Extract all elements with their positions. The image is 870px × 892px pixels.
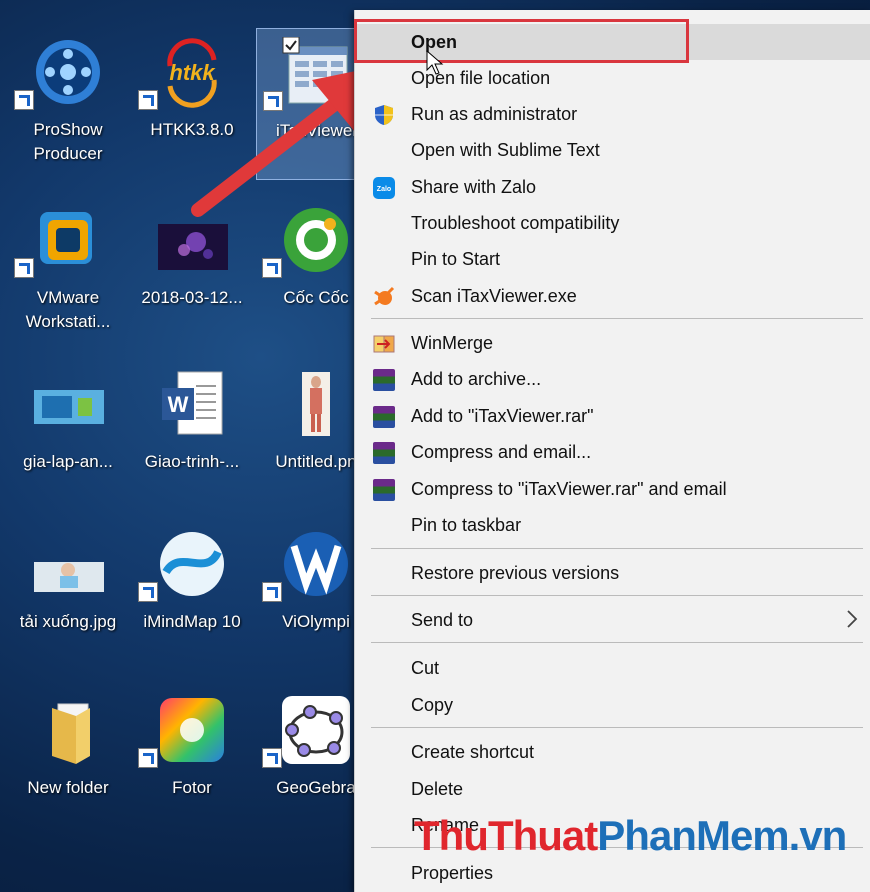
shortcut-arrow-icon [14,90,34,110]
desktop-icon-new-folder[interactable]: New folder [8,686,128,836]
shortcut-arrow-icon [262,748,282,768]
menu-item-add-to-archive[interactable]: Add to archive... [355,361,870,397]
menu-item-pin-to-taskbar[interactable]: Pin to taskbar [355,507,870,543]
shortcut-arrow-icon [14,258,34,278]
word-document-icon: W [156,368,228,440]
chevron-right-icon [845,608,859,635]
desktop-icon-word-doc[interactable]: W Giao-trinh-... [132,360,252,510]
winrar-icon [373,406,395,428]
zalo-icon: Zalo [373,177,395,199]
icon-label: gia-lap-an... [23,452,113,471]
menu-item-label: Pin to taskbar [411,515,522,535]
menu-item-copy[interactable]: Copy [355,687,870,723]
image-thumbnail-icon [280,368,352,440]
icon-label: Fotor [172,778,212,797]
winrar-icon [373,442,395,464]
menu-item-send-to[interactable]: Send to [355,602,870,638]
icon-label: ProShow Producer [33,120,103,163]
svg-text:W: W [168,392,189,417]
shortcut-arrow-icon [262,258,282,278]
menu-item-winmerge[interactable]: WinMerge [355,325,870,361]
menu-item-label: Properties [411,863,494,883]
icon-label: Giao-trinh-... [144,452,240,471]
shortcut-arrow-icon [262,582,282,602]
menu-item-troubleshoot[interactable]: Troubleshoot compatibility [355,205,870,241]
menu-item-label: Add to "iTaxViewer.rar" [411,406,594,426]
menu-item-label: Troubleshoot compatibility [411,213,620,233]
icon-label: VMware Workstati... [25,288,111,331]
shortcut-arrow-icon [138,90,158,110]
geogebra-icon [280,694,352,766]
watermark-part2: PhanMem [597,812,789,859]
menu-item-label: Cut [411,658,440,678]
menu-item-cut[interactable]: Cut [355,650,870,686]
vmware-icon [32,204,104,276]
desktop-icon-imindmap[interactable]: iMindMap 10 [132,520,252,670]
icon-label: iMindMap 10 [143,612,241,631]
menu-item-open-with-sublime[interactable]: Open with Sublime Text [355,132,870,168]
watermark-part1: ThuThuat [414,812,598,859]
watermark: ThuThuatPhanMem.vn [414,812,848,860]
uac-shield-icon [373,104,395,126]
winmerge-icon [373,333,395,355]
menu-item-create-shortcut[interactable]: Create shortcut [355,734,870,770]
menu-item-compress-to-rar-email[interactable]: Compress to "iTaxViewer.rar" and email [355,471,870,507]
menu-item-label: Copy [411,695,454,715]
menu-item-compress-and-email[interactable]: Compress and email... [355,434,870,470]
menu-item-label: Add to archive... [411,369,542,389]
desktop-icon-fotor[interactable]: Fotor [132,686,252,836]
context-menu: Open Open file location Run as administr… [354,10,870,892]
menu-item-pin-to-start[interactable]: Pin to Start [355,241,870,277]
menu-item-scan[interactable]: Scan iTaxViewer.exe [355,278,870,314]
menu-item-label: Compress to "iTaxViewer.rar" and email [411,479,727,499]
menu-separator [371,318,863,319]
desktop-icon-tai-xuong[interactable]: tải xuống.jpg [8,520,128,670]
menu-item-delete[interactable]: Delete [355,771,870,807]
watermark-part3: .vn [788,812,848,859]
winrar-icon [373,369,395,391]
imindmap-icon [156,528,228,600]
icon-label: New folder [27,778,109,797]
icon-label: tải xuống.jpg [19,612,117,631]
menu-item-run-as-admin[interactable]: Run as administrator [355,96,870,132]
image-thumbnail-icon [32,528,104,600]
menu-item-label: Compress and email... [411,442,592,462]
proshow-icon [32,36,104,108]
menu-separator [371,548,863,549]
violympic-icon [280,528,352,600]
menu-item-label: Pin to Start [411,249,501,269]
desktop-icon-proshow[interactable]: ProShow Producer [8,28,128,178]
menu-item-properties[interactable]: Properties [355,855,870,891]
menu-item-label: Open with Sublime Text [411,140,600,160]
winrar-icon [373,479,395,501]
menu-item-label: Scan iTaxViewer.exe [411,286,577,306]
menu-separator [371,595,863,596]
menu-item-label: Create shortcut [411,742,535,762]
menu-item-label: WinMerge [411,333,494,353]
menu-separator [371,727,863,728]
shortcut-arrow-icon [138,748,158,768]
avast-icon [373,286,395,308]
shortcut-arrow-icon [138,582,158,602]
menu-item-add-to-rar[interactable]: Add to "iTaxViewer.rar" [355,398,870,434]
menu-item-label: Restore previous versions [411,563,620,583]
folder-icon [32,694,104,766]
open-highlight-box [354,19,689,63]
menu-separator [371,642,863,643]
menu-item-label: Send to [411,610,474,630]
menu-item-share-with-zalo[interactable]: Zalo Share with Zalo [355,169,870,205]
menu-item-restore-previous-versions[interactable]: Restore previous versions [355,555,870,591]
desktop-icon-vmware[interactable]: VMware Workstati... [8,196,128,346]
mouse-cursor-icon [426,50,444,75]
icon-label: 2018-03-12... [141,288,243,307]
menu-item-label: Run as administrator [411,104,578,124]
menu-item-label: Share with Zalo [411,177,537,197]
fotor-icon [156,694,228,766]
zalo-icon-text: Zalo [377,186,391,193]
image-thumbnail-icon [32,368,104,440]
menu-item-label: Delete [411,779,464,799]
desktop-icon-gia-lap[interactable]: gia-lap-an... [8,360,128,510]
